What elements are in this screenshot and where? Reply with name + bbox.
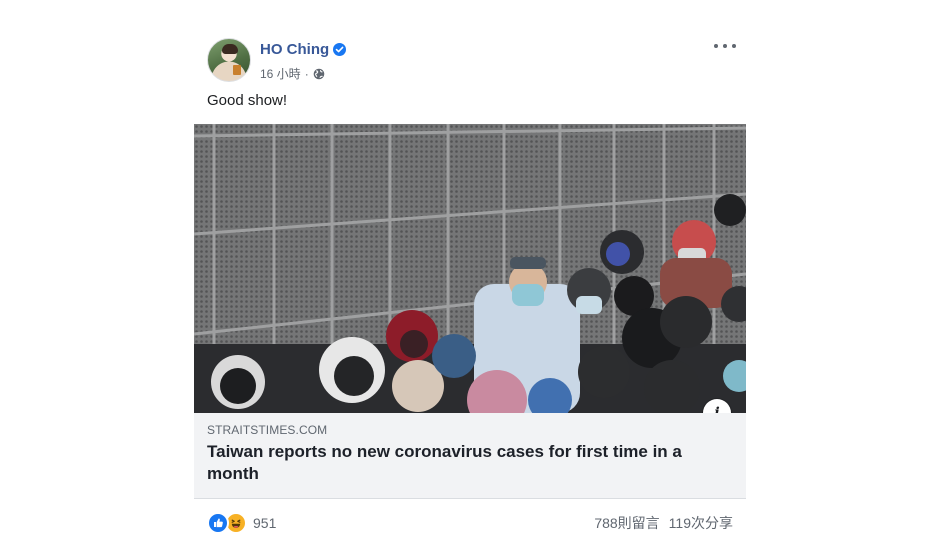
globe-icon[interactable] bbox=[313, 68, 325, 80]
post-meta: 16 小時 · bbox=[260, 65, 325, 82]
author-row: HO Ching bbox=[260, 40, 347, 58]
facebook-post: HO Ching 16 小時 · Good show! STRAITSTIMES… bbox=[194, 0, 746, 544]
like-icon bbox=[207, 512, 229, 534]
link-preview-image[interactable] bbox=[194, 124, 746, 413]
author-avatar[interactable] bbox=[207, 38, 251, 82]
post-timestamp[interactable]: 16 小時 bbox=[260, 65, 301, 82]
shares-count[interactable]: 119次分享 bbox=[669, 513, 733, 533]
link-domain: STRAITSTIMES.COM bbox=[207, 423, 328, 437]
post-caption: Good show! bbox=[207, 92, 288, 109]
reaction-count[interactable]: 951 bbox=[253, 515, 276, 531]
reaction-summary[interactable]: 951 bbox=[207, 512, 276, 534]
engagement-stats: 788則留言 119次分享 bbox=[594, 513, 733, 533]
link-headline[interactable]: Taiwan reports no new coronavirus cases … bbox=[207, 441, 737, 485]
meta-separator: · bbox=[304, 66, 309, 81]
verified-badge-icon bbox=[333, 42, 347, 56]
more-options-icon[interactable] bbox=[714, 44, 736, 50]
author-name[interactable]: HO Ching bbox=[260, 41, 329, 58]
comments-count[interactable]: 788則留言 bbox=[594, 513, 659, 533]
link-preview-text[interactable]: STRAITSTIMES.COM Taiwan reports no new c… bbox=[194, 413, 746, 499]
